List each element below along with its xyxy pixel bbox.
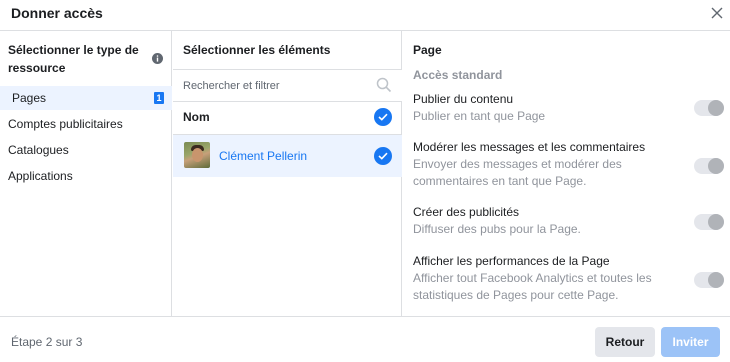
search-input[interactable] bbox=[173, 70, 402, 102]
permissions-panel: Page Accès standard Publier du contenu P… bbox=[403, 31, 730, 316]
select-all-checkbox[interactable] bbox=[374, 108, 392, 126]
name-column-header: Nom bbox=[183, 110, 210, 124]
permission-title: Modérer les messages et les commentaires bbox=[413, 140, 646, 154]
check-icon bbox=[378, 113, 388, 121]
resource-type-heading: Sélectionner le type de ressource bbox=[8, 43, 139, 75]
resource-item-pages[interactable]: Pages 1 bbox=[0, 86, 172, 110]
list-item[interactable]: Clément Pellerin bbox=[173, 134, 402, 177]
back-button[interactable]: Retour bbox=[595, 327, 655, 357]
resource-item-label: Catalogues bbox=[8, 143, 69, 157]
dialog-header: Donner accès bbox=[0, 0, 730, 30]
footer-divider bbox=[0, 316, 730, 317]
resource-item-ad-accounts[interactable]: Comptes publicitaires bbox=[0, 112, 172, 136]
permission-title: Créer des publicités bbox=[413, 205, 520, 219]
permission-toggle[interactable] bbox=[694, 272, 724, 288]
resource-item-applications[interactable]: Applications bbox=[0, 164, 172, 188]
close-button[interactable] bbox=[707, 3, 727, 23]
permission-toggle[interactable] bbox=[694, 214, 724, 230]
permission-toggle[interactable] bbox=[694, 158, 724, 174]
toggle-knob bbox=[708, 158, 724, 174]
row-checkbox[interactable] bbox=[374, 147, 392, 165]
step-indicator: Étape 2 sur 3 bbox=[11, 335, 83, 349]
permission-description: Publier en tant que Page bbox=[413, 109, 546, 123]
permission-item: Modérer les messages et les commentaires… bbox=[413, 139, 723, 190]
permission-toggle[interactable] bbox=[694, 100, 724, 116]
resource-item-catalogs[interactable]: Catalogues bbox=[0, 138, 172, 162]
resource-item-label: Comptes publicitaires bbox=[8, 117, 123, 131]
toggle-knob bbox=[708, 214, 724, 230]
toggle-knob bbox=[708, 100, 724, 116]
permission-item: Afficher les performances de la Page Aff… bbox=[413, 253, 723, 304]
check-icon bbox=[378, 152, 388, 160]
permissions-section-title: Accès standard bbox=[413, 68, 503, 82]
page-name: Clément Pellerin bbox=[219, 149, 308, 163]
elements-heading: Sélectionner les éléments bbox=[183, 43, 331, 57]
invite-button[interactable]: Inviter bbox=[661, 327, 720, 357]
permission-description: Diffuser des pubs pour la Page. bbox=[413, 222, 581, 236]
dialog-title: Donner accès bbox=[11, 5, 103, 21]
permission-description: Afficher tout Facebook Analytics et tout… bbox=[413, 271, 652, 302]
close-icon bbox=[711, 7, 723, 19]
permission-title: Afficher les performances de la Page bbox=[413, 254, 610, 268]
permission-item: Créer des publicités Diffuser des pubs p… bbox=[413, 204, 723, 238]
resource-item-label: Applications bbox=[8, 169, 73, 183]
info-icon[interactable] bbox=[152, 53, 163, 64]
resource-item-label: Pages bbox=[12, 91, 47, 105]
permission-item: Publier du contenu Publier en tant que P… bbox=[413, 91, 723, 125]
search-icon bbox=[376, 77, 392, 93]
elements-panel: Sélectionner les éléments Nom Clément Pe… bbox=[173, 31, 402, 316]
permissions-heading: Page bbox=[413, 43, 442, 57]
permission-title: Publier du contenu bbox=[413, 92, 514, 106]
avatar bbox=[184, 142, 210, 168]
resource-type-panel: Sélectionner le type de ressource Pages … bbox=[0, 31, 172, 316]
toggle-knob bbox=[708, 272, 724, 288]
count-badge: 1 bbox=[154, 92, 164, 104]
permission-description: Envoyer des messages et modérer des comm… bbox=[413, 157, 622, 188]
